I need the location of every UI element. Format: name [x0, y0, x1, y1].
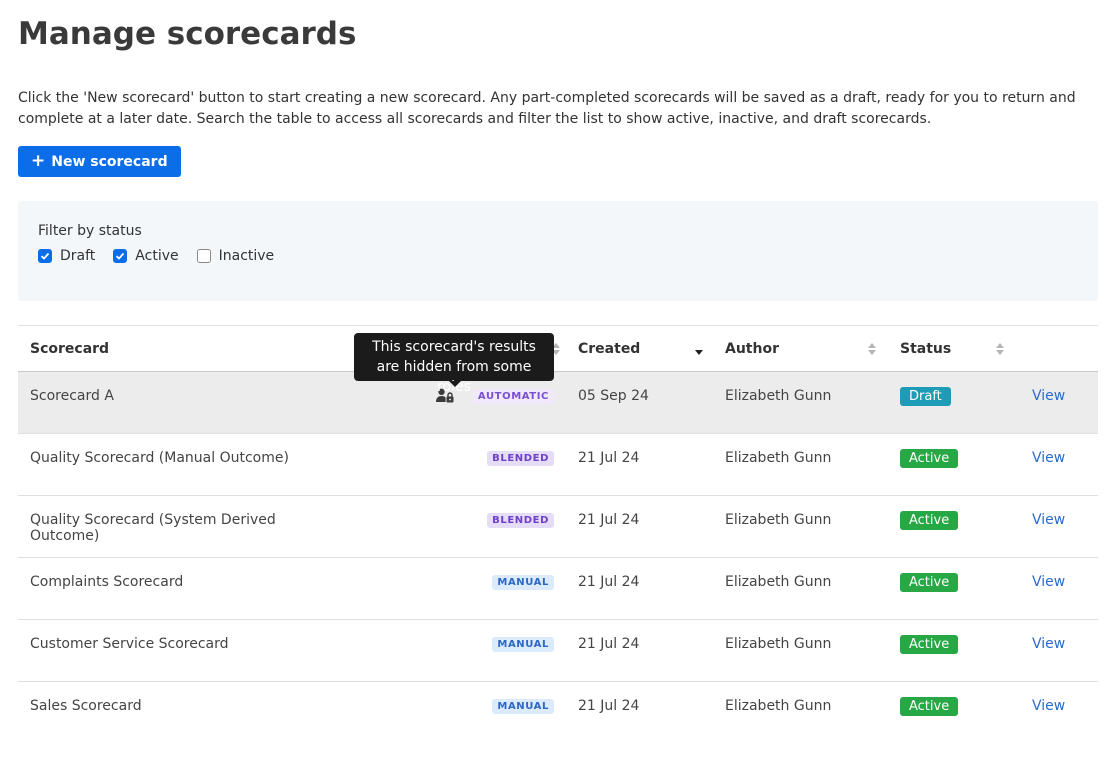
status-badge: Active: [900, 635, 959, 654]
type-cell: BLENDED: [348, 495, 566, 558]
status-badge: Active: [900, 449, 959, 468]
created-date: 05 Sep 24: [566, 371, 713, 434]
created-date: 21 Jul 24: [566, 557, 713, 620]
plus-icon: +: [31, 151, 46, 171]
scorecards-table: Scorecard Created Author Status Scorecar…: [18, 325, 1098, 744]
check-icon[interactable]: [113, 249, 128, 263]
author-name: Elizabeth Gunn: [713, 619, 888, 682]
column-author[interactable]: Author: [713, 325, 888, 372]
status-badge: Active: [900, 573, 959, 592]
author-name: Elizabeth Gunn: [713, 433, 888, 496]
action-cell: View: [1020, 619, 1098, 682]
scorecard-name: Customer Service Scorecard: [18, 619, 348, 682]
sort-icon[interactable]: [868, 342, 876, 355]
status-badge: Active: [900, 697, 959, 716]
table-row[interactable]: Complaints Scorecard MANUAL 21 Jul 24 El…: [18, 557, 1098, 620]
view-link[interactable]: View: [1032, 512, 1065, 528]
page-title: Manage scorecards: [18, 16, 357, 52]
scorecard-name: Sales Scorecard: [30, 698, 142, 714]
scorecard-name: Quality Scorecard (Manual Outcome): [18, 433, 348, 496]
created-date: 21 Jul 24: [566, 495, 713, 558]
status-cell: Active: [888, 682, 1020, 744]
sort-icon[interactable]: [695, 342, 703, 355]
scorecard-name: Quality Scorecard (System Derived Outcom…: [18, 495, 348, 558]
type-cell: MANUAL: [348, 682, 566, 744]
column-scorecard[interactable]: Scorecard: [18, 325, 348, 372]
filter-label: Filter by status: [38, 223, 142, 239]
action-cell: View: [1020, 433, 1098, 496]
filter-draft-label: Draft: [60, 248, 96, 264]
action-cell: View: [1020, 557, 1098, 620]
scorecard-name: Scorecard A: [18, 371, 348, 434]
created-date: 21 Jul 24: [578, 698, 640, 714]
table-row[interactable]: Quality Scorecard (Manual Outcome) BLEND…: [18, 433, 1098, 496]
table-row[interactable]: Sales Scorecard MANUAL 21 Jul 24 Elizabe…: [18, 682, 1098, 744]
filter-options: Draft Active Inactive: [38, 248, 1078, 264]
view-link[interactable]: View: [1032, 636, 1065, 652]
column-actions: [1020, 325, 1098, 372]
view-link[interactable]: View: [1032, 698, 1065, 714]
type-cell: MANUAL: [348, 557, 566, 620]
table-row[interactable]: Quality Scorecard (System Derived Outcom…: [18, 495, 1098, 558]
table-row[interactable]: Scorecard A AUTOMATIC 05 Sep 24 Elizabet…: [18, 371, 1098, 434]
action-cell: View: [1020, 495, 1098, 558]
scorecard-name: Complaints Scorecard: [18, 557, 348, 620]
author-name: Elizabeth Gunn: [725, 698, 832, 714]
filter-active-label: Active: [135, 248, 179, 264]
status-cell: Active: [888, 495, 1020, 558]
type-badge: AUTOMATIC: [472, 389, 554, 404]
status-badge: Active: [900, 511, 959, 530]
author-name: Elizabeth Gunn: [713, 371, 888, 434]
tooltip-arrow: [449, 381, 461, 387]
status-cell: Draft: [888, 371, 1020, 434]
action-cell: View: [1020, 371, 1098, 434]
type-badge: MANUAL: [492, 637, 554, 652]
created-date: 21 Jul 24: [566, 433, 713, 496]
filter-panel: Filter by status Draft Active Inactive: [18, 201, 1098, 301]
column-status[interactable]: Status: [888, 325, 1020, 372]
new-scorecard-button[interactable]: + New scorecard: [18, 146, 181, 177]
restricted-tooltip: This scorecard's results are hidden from…: [354, 333, 554, 395]
status-cell: Active: [888, 433, 1020, 496]
view-link[interactable]: View: [1032, 450, 1065, 466]
type-cell: BLENDED: [348, 433, 566, 496]
check-icon[interactable]: [38, 249, 52, 263]
view-link[interactable]: View: [1032, 574, 1065, 590]
page-intro: Click the 'New scorecard' button to star…: [18, 90, 1076, 127]
status-cell: Active: [888, 619, 1020, 682]
author-name: Elizabeth Gunn: [713, 495, 888, 558]
author-name: Elizabeth Gunn: [713, 557, 888, 620]
new-scorecard-label: New scorecard: [51, 153, 168, 170]
filter-inactive[interactable]: Inactive: [196, 248, 275, 264]
filter-draft[interactable]: Draft: [38, 248, 95, 264]
filter-inactive-label: Inactive: [218, 248, 275, 264]
sort-icon[interactable]: [996, 342, 1004, 355]
table-header-row: Scorecard Created Author Status: [18, 325, 1098, 372]
action-cell: View: [1020, 682, 1098, 744]
status-cell: Active: [888, 557, 1020, 620]
created-date: 21 Jul 24: [566, 619, 713, 682]
type-cell: MANUAL: [348, 619, 566, 682]
filter-active[interactable]: Active: [113, 248, 179, 264]
status-badge: Draft: [900, 387, 951, 406]
column-created[interactable]: Created: [566, 325, 713, 372]
type-badge: MANUAL: [492, 699, 554, 714]
view-link[interactable]: View: [1032, 388, 1065, 404]
checkbox-empty-icon[interactable]: [196, 249, 211, 263]
type-badge: MANUAL: [492, 575, 554, 590]
type-badge: BLENDED: [487, 513, 554, 528]
type-badge: BLENDED: [487, 451, 554, 466]
table-row[interactable]: Customer Service Scorecard MANUAL 21 Jul…: [18, 619, 1098, 682]
